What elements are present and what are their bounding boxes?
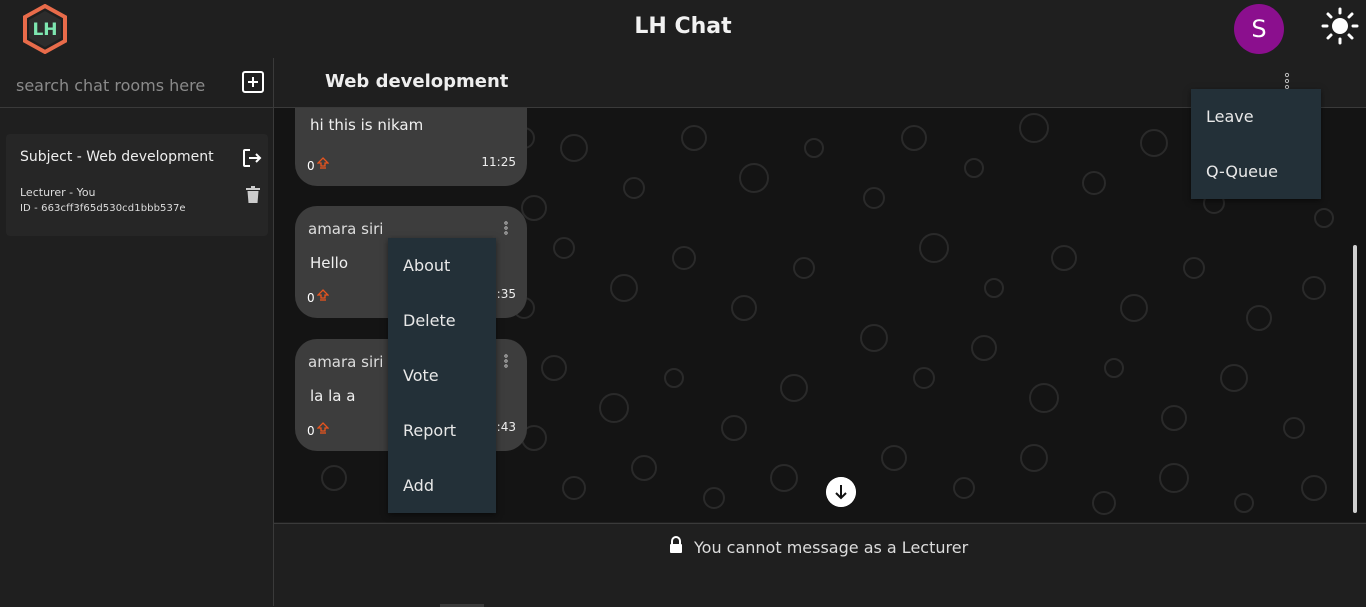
menu-item-report[interactable]: Report	[403, 421, 456, 440]
more-options-icon[interactable]	[1282, 71, 1292, 91]
upvote-arrow-icon[interactable]	[317, 422, 329, 434]
message-bubble[interactable]: hi this is nikam 0 11:25	[295, 108, 527, 186]
upvote-arrow-icon[interactable]	[317, 289, 329, 301]
vote-count: 0	[307, 424, 315, 438]
message-options-icon[interactable]	[503, 221, 509, 235]
menu-item-q-queue[interactable]: Q-Queue	[1206, 162, 1278, 181]
message-text: la la a	[310, 387, 356, 405]
search-input[interactable]	[14, 70, 228, 100]
chat-title: Web development	[325, 71, 509, 92]
scrollbar[interactable]	[1353, 245, 1357, 513]
room-lecturer: Lecturer - You	[20, 186, 96, 199]
menu-item-add[interactable]: Add	[403, 476, 434, 495]
scroll-down-icon[interactable]	[826, 477, 856, 507]
room-card[interactable]: Subject - Web development Lecturer - You…	[6, 134, 268, 236]
room-id: ID - 663cff3f65d530cd1bbb537e	[20, 203, 186, 214]
message-footer: You cannot message as a Lecturer	[274, 523, 1366, 607]
message-sender: amara siri	[308, 220, 384, 238]
room-options-menu: Leave Q-Queue	[1191, 89, 1321, 199]
message-time: 11:25	[481, 155, 516, 169]
vote-count: 0	[307, 291, 315, 305]
message-sender: amara siri	[308, 353, 384, 371]
lecturer-notice: You cannot message as a Lecturer	[694, 538, 969, 557]
message-options-icon[interactable]	[503, 354, 509, 368]
menu-item-leave[interactable]: Leave	[1206, 107, 1254, 126]
menu-item-about[interactable]: About	[403, 256, 450, 275]
message-text: hi this is nikam	[310, 116, 424, 134]
menu-item-delete[interactable]: Delete	[403, 311, 456, 330]
sidebar: Subject - Web development Lecturer - You…	[0, 58, 274, 606]
menu-item-vote[interactable]: Vote	[403, 366, 439, 385]
upvote-arrow-icon[interactable]	[317, 157, 329, 169]
app-title: LH Chat	[634, 14, 732, 39]
message-context-menu: About Delete Vote Report Add	[388, 238, 496, 513]
vote-count: 0	[307, 159, 315, 173]
logout-icon[interactable]	[241, 147, 263, 169]
trash-icon[interactable]	[245, 186, 261, 204]
lock-icon	[670, 536, 682, 553]
room-subject: Subject - Web development	[20, 149, 214, 165]
message-text: Hello	[310, 254, 349, 272]
avatar[interactable]: S	[1234, 4, 1284, 54]
top-bar: LH LH Chat S	[0, 0, 1366, 58]
search-row	[0, 58, 273, 108]
plus-square-icon[interactable]	[241, 70, 265, 94]
sun-icon[interactable]	[1320, 7, 1360, 47]
